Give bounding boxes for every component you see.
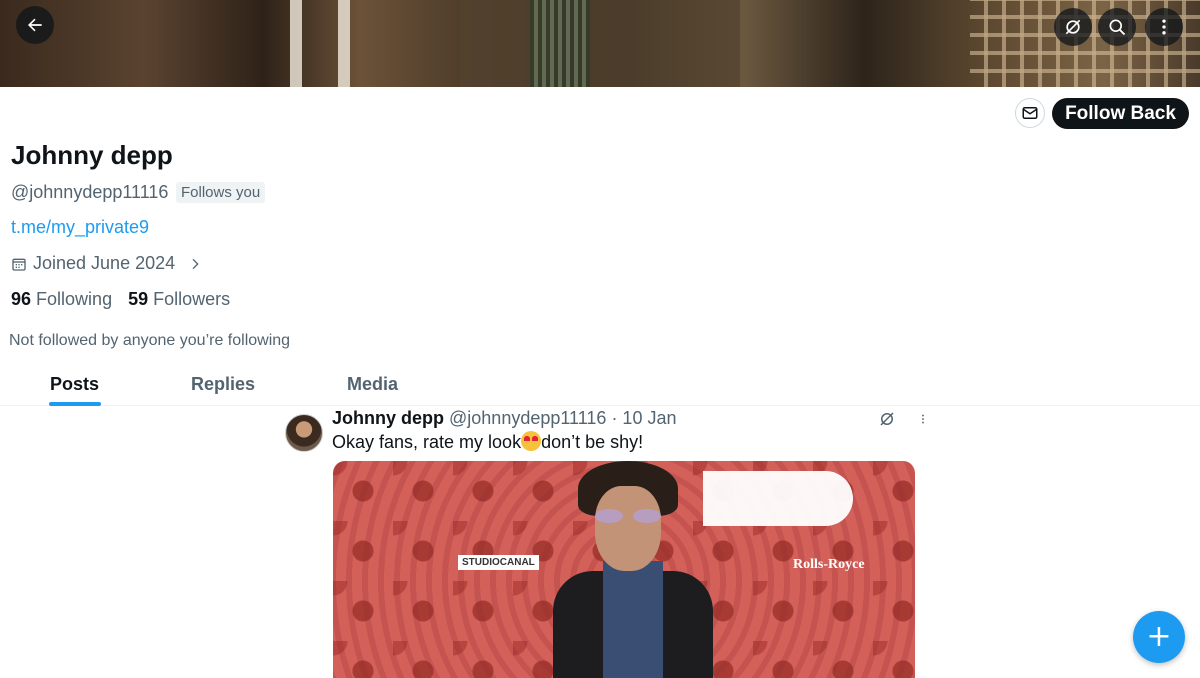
more-button[interactable] xyxy=(1145,8,1183,46)
profile-tabs: Posts Replies Media xyxy=(0,366,1200,406)
profile-name: Johnny depp xyxy=(11,140,173,170)
profile-handle: @johnnydepp11116 xyxy=(11,182,169,202)
tab-replies[interactable]: Replies xyxy=(191,374,255,395)
chevron-right-icon xyxy=(192,258,199,269)
post-date[interactable]: · 10 Jan xyxy=(611,408,676,428)
heart-eyes-emoji-icon xyxy=(521,431,542,451)
post-header: Johnny depp @johnnydepp11116 · 10 Jan xyxy=(332,408,676,429)
post-text: Okay fans, rate my look don’t be shy! xyxy=(332,431,643,453)
follow-back-button[interactable]: Follow Back xyxy=(1052,98,1189,129)
mail-icon xyxy=(1022,107,1038,119)
more-vertical-icon[interactable] xyxy=(916,410,930,428)
post-author-name[interactable]: Johnny depp xyxy=(332,408,444,428)
followers-count: 59 xyxy=(128,289,149,309)
active-tab-indicator xyxy=(49,402,101,406)
following-label: Following xyxy=(36,289,113,309)
person-shirt xyxy=(603,561,663,678)
following-count: 96 xyxy=(11,289,32,309)
profile-banner[interactable] xyxy=(0,0,1200,87)
message-button[interactable] xyxy=(1015,98,1045,128)
back-button[interactable] xyxy=(16,6,54,44)
joined-label: Joined June 2024 xyxy=(33,253,176,273)
post-author-handle[interactable]: @johnnydepp11116 xyxy=(449,408,606,428)
search-button[interactable] xyxy=(1098,8,1136,46)
more-vertical-icon xyxy=(1162,19,1166,35)
grok-button[interactable] xyxy=(1054,8,1092,46)
post-actions-top xyxy=(878,410,930,428)
followers-link[interactable]: 59 Followers xyxy=(128,289,230,310)
profile-link[interactable]: t.me/my_private9 xyxy=(11,217,149,238)
search-icon xyxy=(1109,19,1126,36)
mustache-logo xyxy=(703,471,853,526)
compose-button[interactable]: + xyxy=(1133,611,1185,663)
banner-photo-detail xyxy=(460,0,740,87)
back-arrow-icon xyxy=(28,18,42,32)
rolls-royce-logo: Rolls-Royce xyxy=(793,557,865,572)
person-face xyxy=(595,486,661,571)
not-followed-notice: Not followed by anyone you’re following xyxy=(9,332,291,349)
followers-label: Followers xyxy=(153,289,231,309)
banner-photo-detail xyxy=(290,0,350,87)
post-text-part: Okay fans, rate my look xyxy=(332,432,522,452)
post-image[interactable]: STUDIOCANAL Rolls-Royce xyxy=(333,461,915,678)
tab-media[interactable]: Media xyxy=(347,374,398,395)
grok-icon xyxy=(1065,19,1081,35)
follows-you-badge: Follows you xyxy=(176,182,266,203)
following-link[interactable]: 96 Following xyxy=(11,289,112,310)
studiocanal-logo: STUDIOCANAL xyxy=(458,555,539,570)
person-glasses xyxy=(595,509,661,523)
post-avatar[interactable] xyxy=(285,414,323,452)
follow-stats: 96 Following 59 Followers xyxy=(11,289,230,310)
post-text-part: don’t be shy! xyxy=(541,432,644,452)
tab-posts[interactable]: Posts xyxy=(50,374,99,395)
plus-icon: + xyxy=(1146,619,1172,654)
banner-photo-detail xyxy=(530,0,590,87)
grok-icon[interactable] xyxy=(878,410,896,428)
joined-date[interactable]: Joined June 2024 xyxy=(11,253,203,274)
calendar-icon xyxy=(12,258,26,271)
